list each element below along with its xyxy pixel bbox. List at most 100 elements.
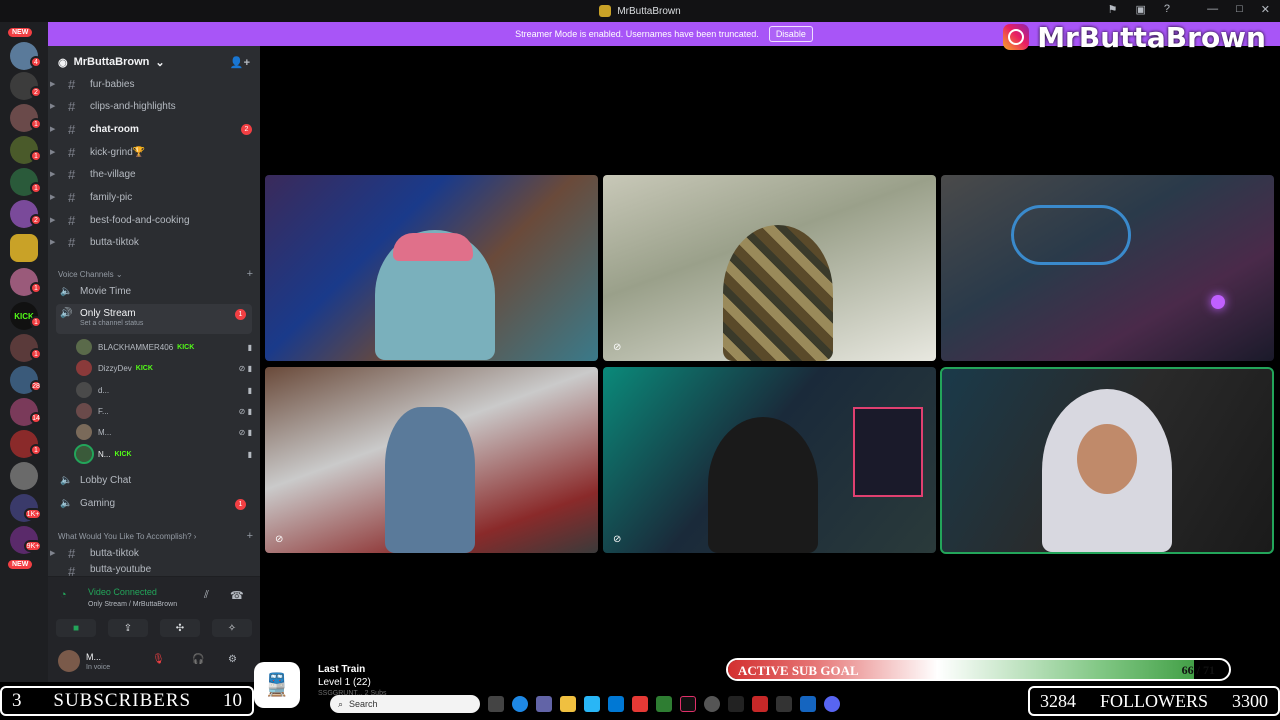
youtube-icon[interactable] xyxy=(632,696,648,712)
camera-icon: ▮ xyxy=(247,385,252,395)
browser-icon[interactable] xyxy=(584,696,600,712)
add-channel-icon[interactable]: + xyxy=(247,530,253,542)
disable-button[interactable]: Disable xyxy=(768,26,813,42)
taskbar-search[interactable]: ⌕ Search xyxy=(330,695,480,713)
video-tile[interactable]: ⊘ xyxy=(265,367,598,553)
app-icon-blue[interactable] xyxy=(800,696,816,712)
search-icon: ⌕ xyxy=(338,698,344,709)
add-channel-icon[interactable]: + xyxy=(247,268,253,280)
task-view-icon[interactable] xyxy=(488,696,504,712)
voice-user[interactable]: BLACKHAMMER406 KICK ▮ xyxy=(76,337,252,357)
voice-user[interactable]: F... ⊘ ▮ xyxy=(76,401,252,421)
edge-icon[interactable] xyxy=(512,696,528,712)
maximize-icon[interactable]: □ xyxy=(1236,3,1243,16)
inbox-icon[interactable]: ▣ xyxy=(1135,3,1145,16)
channel-butta-tiktok[interactable]: ▶ # butta-tiktok xyxy=(48,231,260,253)
gear-icon[interactable]: ⚙ xyxy=(228,654,237,665)
discord-icon[interactable] xyxy=(824,696,840,712)
video-tile[interactable]: ⊘ xyxy=(603,175,936,361)
camera-icon: ⊘ ▮ xyxy=(238,406,252,416)
section-title: Voice Channels xyxy=(58,269,114,279)
activities-button[interactable]: ✣ xyxy=(160,619,200,637)
channel-butta-youtube[interactable]: # butta-youtube xyxy=(48,564,260,576)
channel-label: chat-room xyxy=(90,123,139,135)
server-icon-active[interactable] xyxy=(10,234,38,262)
close-icon[interactable]: ✕ xyxy=(1261,3,1270,16)
channel-fur-babies[interactable]: ▶ # fur-babies xyxy=(48,73,260,95)
headphones-icon[interactable]: 🎧 xyxy=(192,654,204,665)
channel-family-pic[interactable]: ▶ # family-pic xyxy=(48,186,260,208)
channel-clips-and-highlights[interactable]: ▶ # clips-and-highlights xyxy=(48,95,260,117)
mute-mic-icon[interactable]: 🎙 xyxy=(152,654,165,665)
voice-user[interactable]: d... ▮ xyxy=(76,380,252,400)
camera-button[interactable]: ■ xyxy=(56,619,96,637)
voice-channel-label: Only Stream xyxy=(80,308,136,319)
channel-butta-tiktok-2[interactable]: ▶ # butta-tiktok xyxy=(48,542,260,564)
video-tile-speaking[interactable] xyxy=(940,367,1274,554)
sub-goal-count: 66 / 71 xyxy=(1181,663,1215,677)
camera-icon: ▮ xyxy=(247,342,252,352)
chevron-down-icon: ⌄ xyxy=(155,56,165,69)
channel-status[interactable]: Set a channel status xyxy=(80,320,143,327)
add-member-icon[interactable]: 👤+ xyxy=(230,56,250,69)
noise-suppression-icon[interactable]: ⫽ xyxy=(204,589,209,602)
store-icon[interactable] xyxy=(608,696,624,712)
muted-icon: ⊘ xyxy=(275,534,284,545)
participant-face xyxy=(1077,424,1137,494)
app-icon-red[interactable] xyxy=(752,696,768,712)
voice-user[interactable]: M... ⊘ ▮ xyxy=(76,422,252,442)
voice-user[interactable]: DizzyDev KICK ⊘ ▮ xyxy=(76,358,252,378)
video-tile[interactable]: ⊘ xyxy=(603,367,936,553)
disconnect-icon[interactable]: ☎ xyxy=(230,589,244,602)
steam-icon[interactable] xyxy=(704,696,720,712)
file-explorer-icon[interactable] xyxy=(560,696,576,712)
active-sub-goal-bar: ACTIVE SUB GOAL 66 / 71 xyxy=(726,658,1231,681)
channel-the-village[interactable]: ▶ # the-village xyxy=(48,163,260,185)
subscribers-current: 3 xyxy=(12,690,22,711)
video-tile[interactable] xyxy=(941,175,1274,361)
voice-channel-gaming[interactable]: 🔈 Gaming 1 xyxy=(56,494,252,520)
rgb-fan xyxy=(1211,295,1225,309)
speaker-icon: 🔈 xyxy=(60,475,73,486)
video-tile[interactable] xyxy=(265,175,598,361)
channel-kick-grind[interactable]: ▶ # kick-grind🏆 xyxy=(48,141,260,163)
instagram-handle-overlay: MrButtaBrown xyxy=(1003,20,1266,54)
xbox-icon[interactable] xyxy=(656,696,672,712)
hash-icon: # xyxy=(68,189,76,205)
section-title: What Would You Like To Accomplish? xyxy=(58,531,192,541)
game-name: Last Train xyxy=(318,664,366,675)
game-controller-art xyxy=(1011,205,1131,265)
help-icon[interactable]: ? xyxy=(1164,3,1170,16)
game-level: Level 1 (22) xyxy=(318,677,371,688)
server-icon[interactable] xyxy=(10,462,38,490)
app-icon xyxy=(599,5,612,17)
channel-best-food-and-cooking[interactable]: ▶ # best-food-and-cooking xyxy=(48,209,260,231)
tiktok-icon[interactable] xyxy=(680,696,696,712)
followers-label: FOLLOWERS xyxy=(1100,690,1208,711)
chevron-right-icon: ▶ xyxy=(50,126,56,133)
kick-tag: KICK xyxy=(114,450,132,458)
channel-label: family-pic xyxy=(90,191,133,203)
server-badge: 1 xyxy=(30,150,42,162)
server-badge: 1 xyxy=(30,316,42,328)
soundboard-button[interactable]: ✧ xyxy=(212,619,252,637)
voice-connected-subtitle[interactable]: Only Stream / MrButtaBrown xyxy=(88,601,177,608)
capcut-icon[interactable] xyxy=(776,696,792,712)
subscribers-label: SUBSCRIBERS xyxy=(53,690,192,711)
fall-guys-icon[interactable] xyxy=(728,696,744,712)
channel-chat-room[interactable]: ▶ # chat-room 2 xyxy=(48,118,260,140)
minimize-icon[interactable]: — xyxy=(1207,3,1218,16)
voice-user-name: F... xyxy=(98,406,109,416)
accomplish-section-header[interactable]: What Would You Like To Accomplish? › + xyxy=(58,530,253,542)
teams-icon[interactable] xyxy=(536,696,552,712)
flag-icon[interactable]: ⚑ xyxy=(1108,3,1118,16)
voice-user[interactable]: N... KICK ▮ xyxy=(74,444,252,464)
participant-cap xyxy=(393,233,473,261)
avatar[interactable] xyxy=(58,650,80,672)
voice-channels-header[interactable]: Voice Channels ⌄ + xyxy=(58,268,253,280)
voice-channel-label: Movie Time xyxy=(80,286,132,297)
voice-channel-only-stream[interactable]: 🔊 Only Stream Set a channel status 1 xyxy=(56,304,252,334)
new-badge: NEW xyxy=(8,560,33,569)
channel-label: clips-and-highlights xyxy=(90,100,176,112)
screen-share-button[interactable]: ⇪ xyxy=(108,619,148,637)
